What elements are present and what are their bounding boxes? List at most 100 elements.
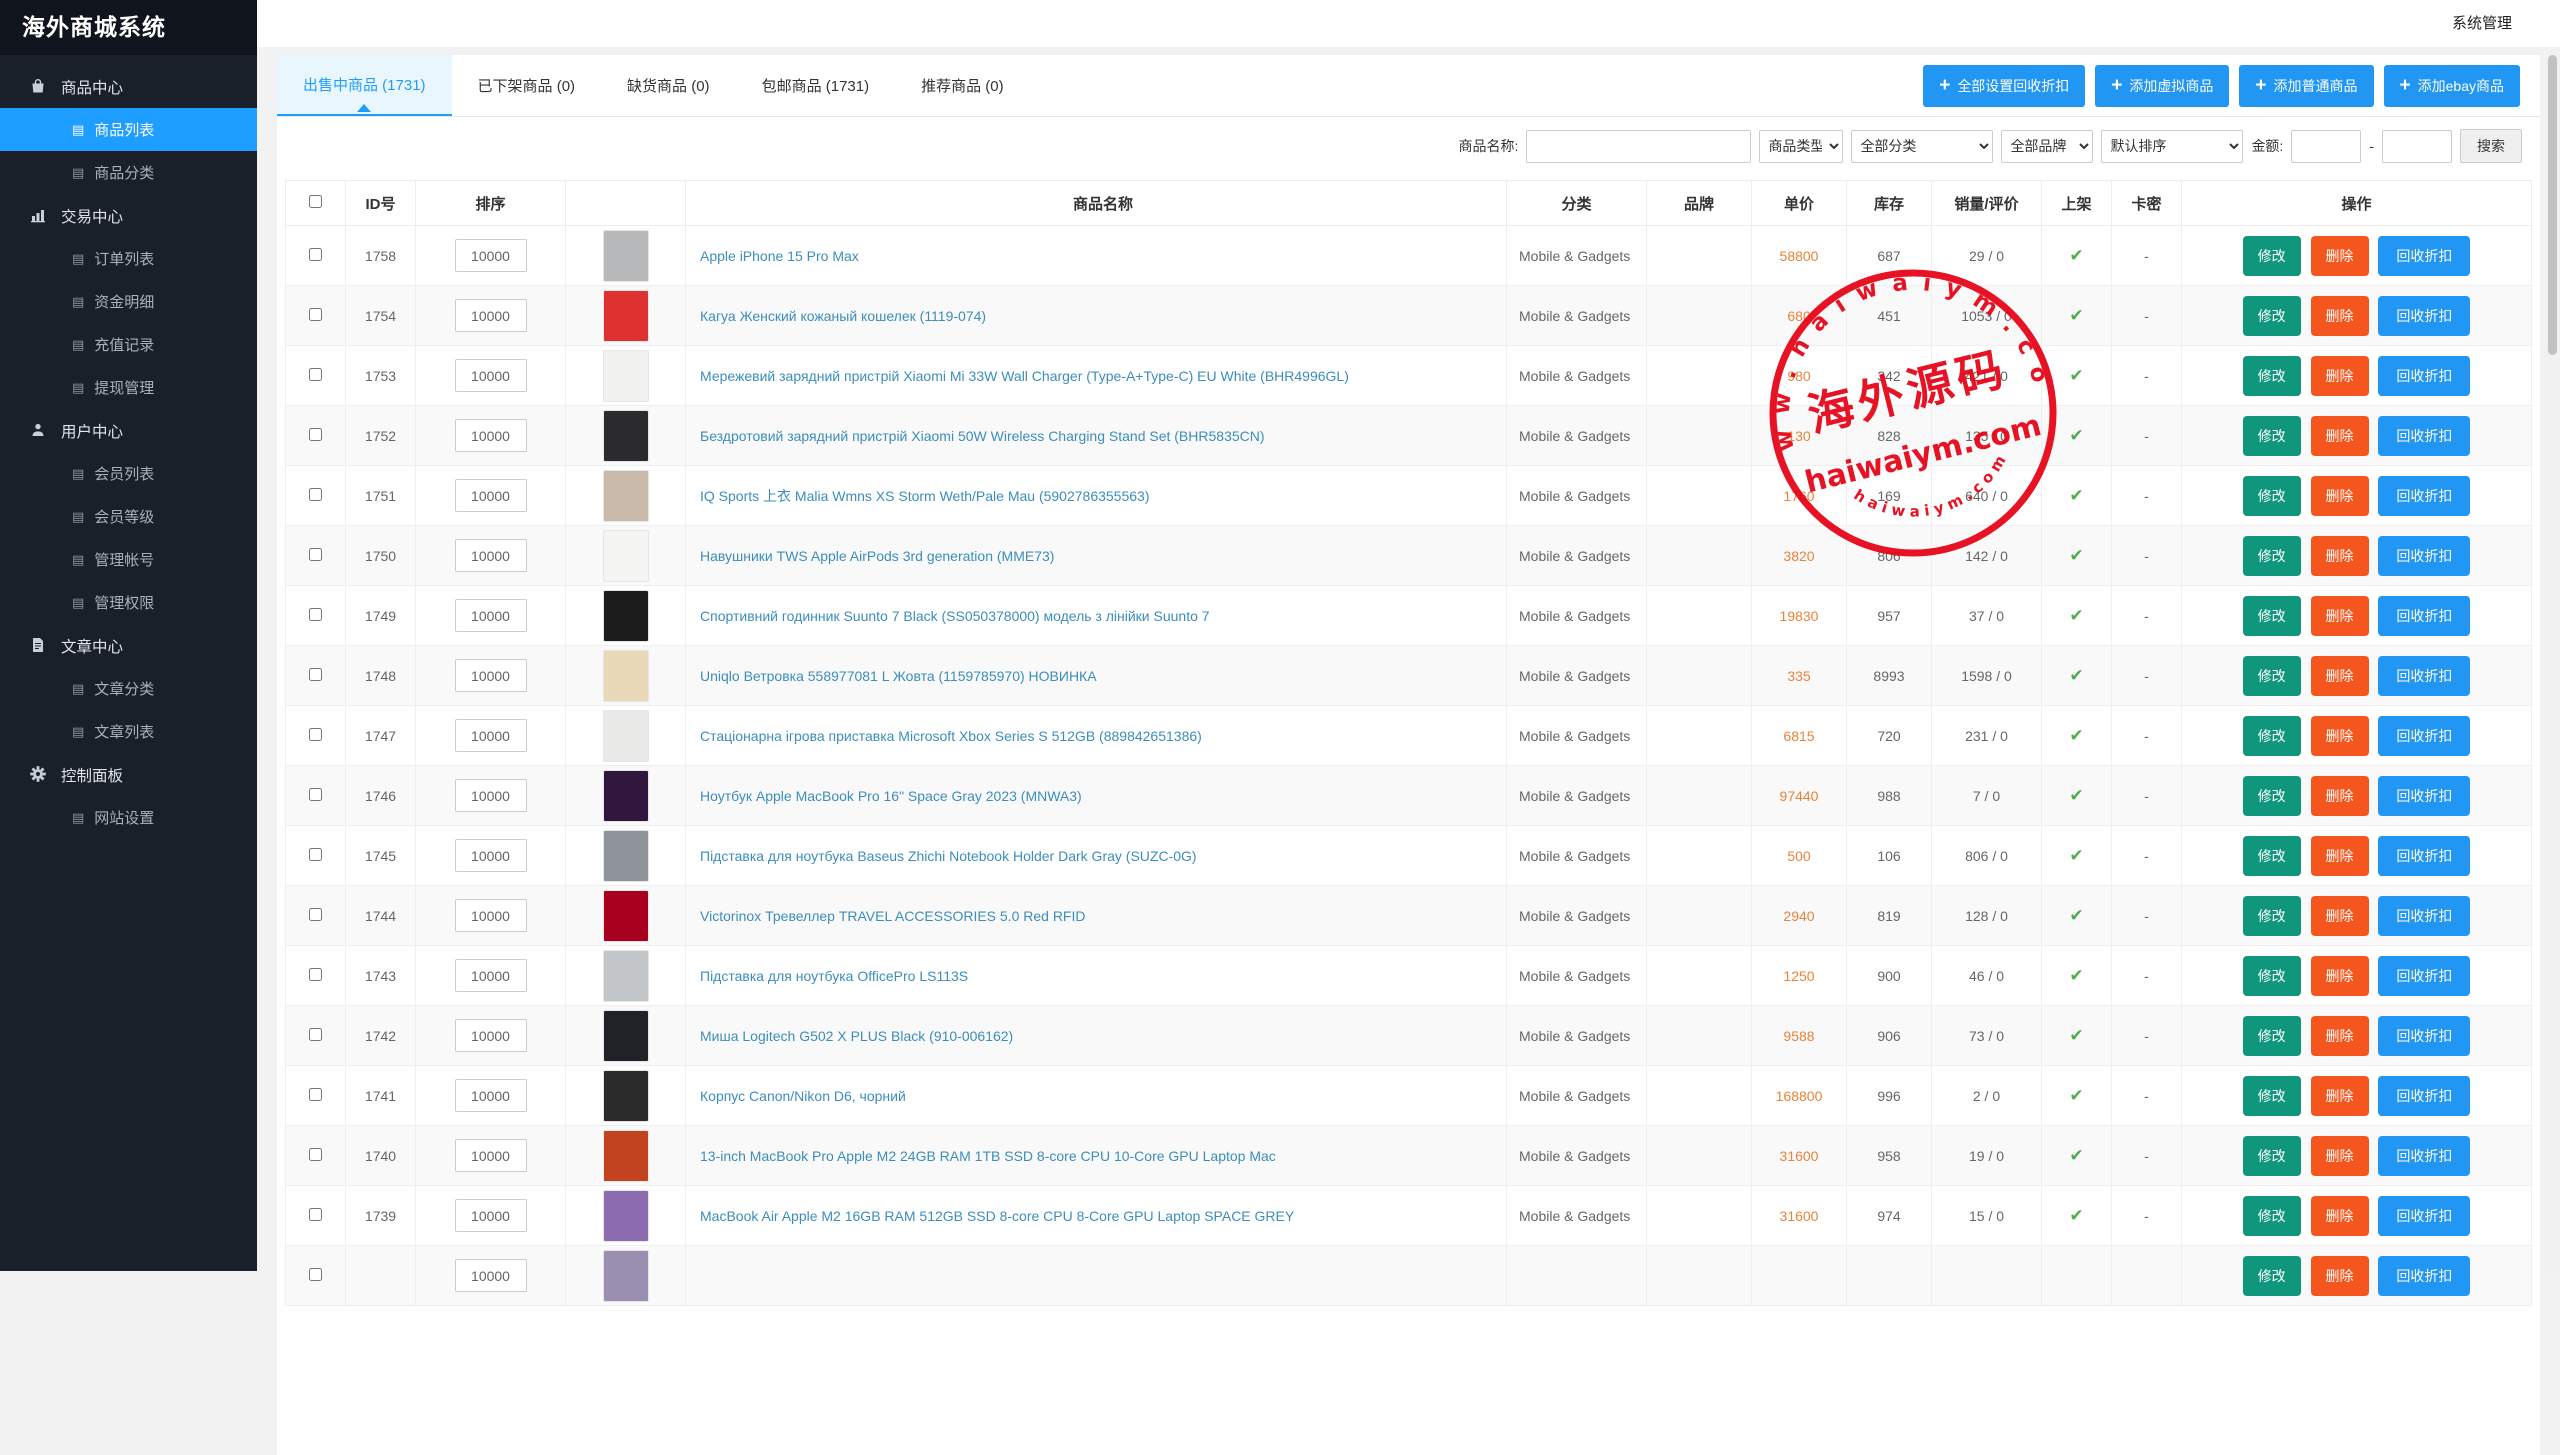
row-checkbox[interactable] <box>309 547 322 561</box>
recycle-discount-button[interactable]: 回收折扣 <box>2378 355 2471 396</box>
sidebar-item[interactable]: ▤ 资金明细 <box>0 280 257 323</box>
recycle-discount-button[interactable]: 回收折扣 <box>2378 1135 2471 1176</box>
recycle-discount-button[interactable]: 回收折扣 <box>2378 295 2471 336</box>
edit-button[interactable]: 修改 <box>2242 235 2301 276</box>
category-select[interactable]: 全部分类 <box>1851 129 1994 163</box>
amount-min-input[interactable] <box>2291 129 2362 163</box>
recycle-discount-button[interactable]: 回收折扣 <box>2378 655 2471 696</box>
recycle-discount-button[interactable]: 回收折扣 <box>2378 895 2471 936</box>
sidebar-item[interactable]: ▤ 商品列表 <box>0 108 257 151</box>
row-checkbox[interactable] <box>309 1207 322 1221</box>
row-checkbox[interactable] <box>309 967 322 981</box>
recycle-discount-button[interactable]: 回收折扣 <box>2378 475 2471 516</box>
edit-button[interactable]: 修改 <box>2242 1075 2301 1116</box>
sidebar-item[interactable]: ▤ 充值记录 <box>0 323 257 366</box>
recycle-discount-button[interactable]: 回收折扣 <box>2378 415 2471 456</box>
sort-input[interactable] <box>454 359 527 392</box>
sidebar-item[interactable]: ▤ 提现管理 <box>0 366 257 409</box>
edit-button[interactable]: 修改 <box>2242 535 2301 576</box>
product-name-link[interactable]: Миша Logitech G502 X PLUS Black (910-006… <box>700 1028 1013 1044</box>
sort-input[interactable] <box>454 779 527 812</box>
edit-button[interactable]: 修改 <box>2242 415 2301 456</box>
sidebar-item[interactable]: ▤ 网站设置 <box>0 796 257 839</box>
product-name-link[interactable]: MacBook Air Apple M2 16GB RAM 512GB SSD … <box>700 1208 1294 1224</box>
delete-button[interactable]: 删除 <box>2310 295 2369 336</box>
product-name-link[interactable]: IQ Sports 上衣 Malia Wmns XS Storm Weth/Pa… <box>700 488 1150 504</box>
add-button[interactable]: + 添加ebay商品 <box>2383 64 2520 107</box>
row-checkbox[interactable] <box>309 367 322 381</box>
product-name-link[interactable]: Підставка для ноутбука OfficePro LS113S <box>700 968 968 984</box>
delete-button[interactable]: 删除 <box>2310 895 2369 936</box>
amount-max-input[interactable] <box>2382 129 2452 163</box>
product-name-link[interactable]: Корпус Canon/Nikon D6, чорний <box>700 1088 906 1104</box>
delete-button[interactable]: 删除 <box>2310 475 2369 516</box>
sidebar-item[interactable]: ▤ 会员等级 <box>0 495 257 538</box>
edit-button[interactable]: 修改 <box>2242 655 2301 696</box>
delete-button[interactable]: 删除 <box>2310 1015 2369 1056</box>
sidebar-item[interactable]: ▤ 会员列表 <box>0 452 257 495</box>
sidebar-section[interactable]: 文章中心 <box>0 624 257 667</box>
sidebar-item[interactable]: ▤ 文章分类 <box>0 667 257 710</box>
row-checkbox[interactable] <box>309 1267 322 1281</box>
delete-button[interactable]: 删除 <box>2310 1075 2369 1116</box>
sort-input[interactable] <box>454 1019 527 1052</box>
row-checkbox[interactable] <box>309 667 322 681</box>
tab[interactable]: 包邮商品 (1731) <box>736 55 896 116</box>
product-name-link[interactable]: Apple iPhone 15 Pro Max <box>700 248 859 264</box>
row-checkbox[interactable] <box>309 487 322 501</box>
delete-button[interactable]: 删除 <box>2310 415 2369 456</box>
recycle-discount-button[interactable]: 回收折扣 <box>2378 835 2471 876</box>
product-name-link[interactable]: Бездротовий зарядний пристрій Xiaomi 50W… <box>700 428 1265 444</box>
delete-button[interactable]: 删除 <box>2310 355 2369 396</box>
recycle-discount-button[interactable]: 回收折扣 <box>2378 535 2471 576</box>
add-button[interactable]: + 全部设置回收折扣 <box>1923 64 2086 107</box>
sort-order-select[interactable]: 默认排序 <box>2101 129 2244 163</box>
product-name-input[interactable] <box>1526 129 1752 163</box>
sort-input[interactable] <box>454 839 527 872</box>
product-name-link[interactable]: Стаціонарна ігрова приставка Microsoft X… <box>700 728 1202 744</box>
recycle-discount-button[interactable]: 回收折扣 <box>2378 1255 2471 1296</box>
recycle-discount-button[interactable]: 回收折扣 <box>2378 235 2471 276</box>
tab[interactable]: 缺货商品 (0) <box>601 55 736 116</box>
edit-button[interactable]: 修改 <box>2242 355 2301 396</box>
row-checkbox[interactable] <box>309 247 322 261</box>
product-name-link[interactable]: Навушники TWS Apple AirPods 3rd generati… <box>700 548 1054 564</box>
delete-button[interactable]: 删除 <box>2310 775 2369 816</box>
recycle-discount-button[interactable]: 回收折扣 <box>2378 955 2471 996</box>
sort-input[interactable] <box>454 659 527 692</box>
product-type-select[interactable]: 商品类型 <box>1759 129 1844 163</box>
edit-button[interactable]: 修改 <box>2242 955 2301 996</box>
edit-button[interactable]: 修改 <box>2242 835 2301 876</box>
sort-input[interactable] <box>454 719 527 752</box>
product-name-link[interactable]: Uniqlo Ветровка 558977081 L Жовта (11597… <box>700 668 1097 684</box>
sort-input[interactable] <box>454 1199 527 1232</box>
row-checkbox[interactable] <box>309 307 322 321</box>
add-button[interactable]: + 添加虚拟商品 <box>2095 64 2230 107</box>
row-checkbox[interactable] <box>309 607 322 621</box>
sidebar-item[interactable]: ▤ 管理权限 <box>0 581 257 624</box>
product-name-link[interactable]: Ноутбук Apple MacBook Pro 16" Space Gray… <box>700 788 1082 804</box>
sidebar-item[interactable]: ▤ 订单列表 <box>0 237 257 280</box>
admin-menu[interactable]: 系统管理 <box>2452 0 2512 47</box>
sort-input[interactable] <box>454 899 527 932</box>
delete-button[interactable]: 删除 <box>2310 655 2369 696</box>
sidebar-section[interactable]: 交易中心 <box>0 194 257 237</box>
scrollbar-thumb[interactable] <box>2548 55 2557 355</box>
sort-input[interactable] <box>454 959 527 992</box>
add-button[interactable]: + 添加普通商品 <box>2239 64 2374 107</box>
recycle-discount-button[interactable]: 回收折扣 <box>2378 715 2471 756</box>
sidebar-item[interactable]: ▤ 文章列表 <box>0 710 257 753</box>
product-name-link[interactable]: 13-inch MacBook Pro Apple M2 24GB RAM 1T… <box>700 1148 1276 1164</box>
delete-button[interactable]: 删除 <box>2310 535 2369 576</box>
edit-button[interactable]: 修改 <box>2242 715 2301 756</box>
recycle-discount-button[interactable]: 回收折扣 <box>2378 775 2471 816</box>
product-name-link[interactable]: Підставка для ноутбука Baseus Zhichi Not… <box>700 848 1197 864</box>
row-checkbox[interactable] <box>309 1087 322 1101</box>
delete-button[interactable]: 删除 <box>2310 835 2369 876</box>
product-name-link[interactable]: Victorinox Тревеллер TRAVEL ACCESSORIES … <box>700 908 1085 924</box>
edit-button[interactable]: 修改 <box>2242 1135 2301 1176</box>
product-name-link[interactable]: Спортивний годинник Suunto 7 Black (SS05… <box>700 608 1210 624</box>
delete-button[interactable]: 删除 <box>2310 1195 2369 1236</box>
delete-button[interactable]: 删除 <box>2310 595 2369 636</box>
edit-button[interactable]: 修改 <box>2242 1015 2301 1056</box>
